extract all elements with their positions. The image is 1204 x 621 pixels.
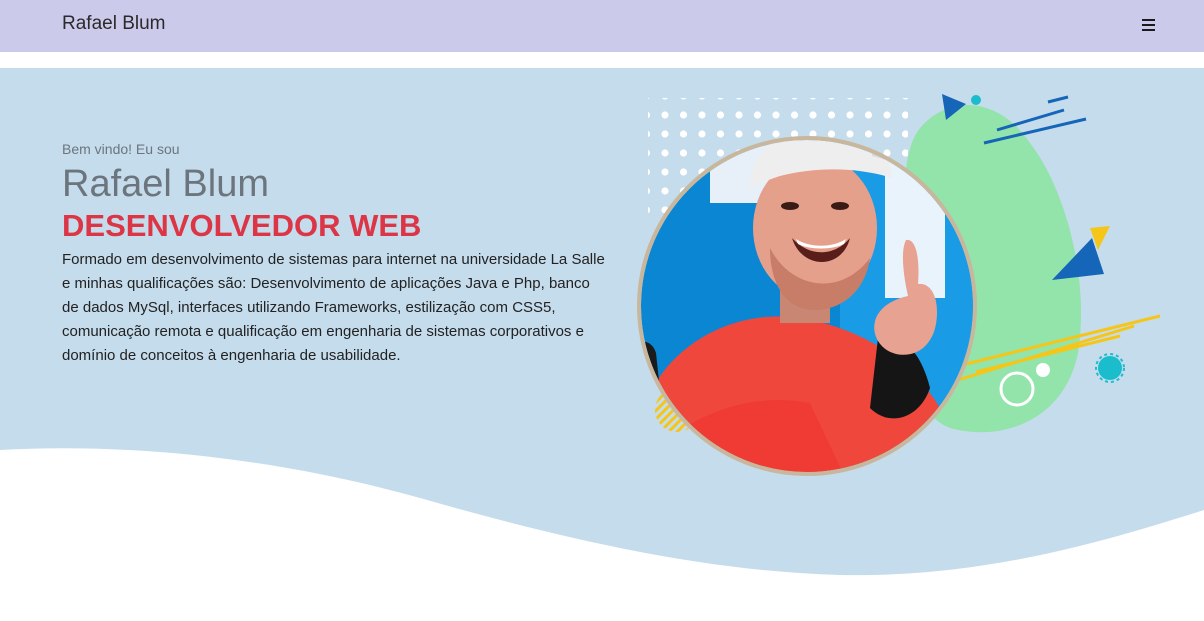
top-navbar: Rafael Blum	[0, 0, 1204, 52]
hero-role: DESENVOLVEDOR WEB	[62, 208, 422, 243]
hero-description: Formado em desenvolvimento de sistemas p…	[62, 251, 605, 364]
hero-section: Bem vindo! Eu sou Rafael Blum DESENVOLVE…	[0, 68, 1204, 621]
hero-intro: Bem vindo! Eu sou Rafael Blum DESENVOLVE…	[62, 141, 607, 368]
navbar-brand[interactable]: Rafael Blum	[62, 13, 166, 35]
hero-name: Rafael Blum	[62, 163, 269, 205]
profile-illustration	[637, 94, 1161, 476]
hamburger-menu-icon[interactable]	[1136, 14, 1160, 36]
welcome-text: Bem vindo! Eu sou	[62, 141, 180, 157]
